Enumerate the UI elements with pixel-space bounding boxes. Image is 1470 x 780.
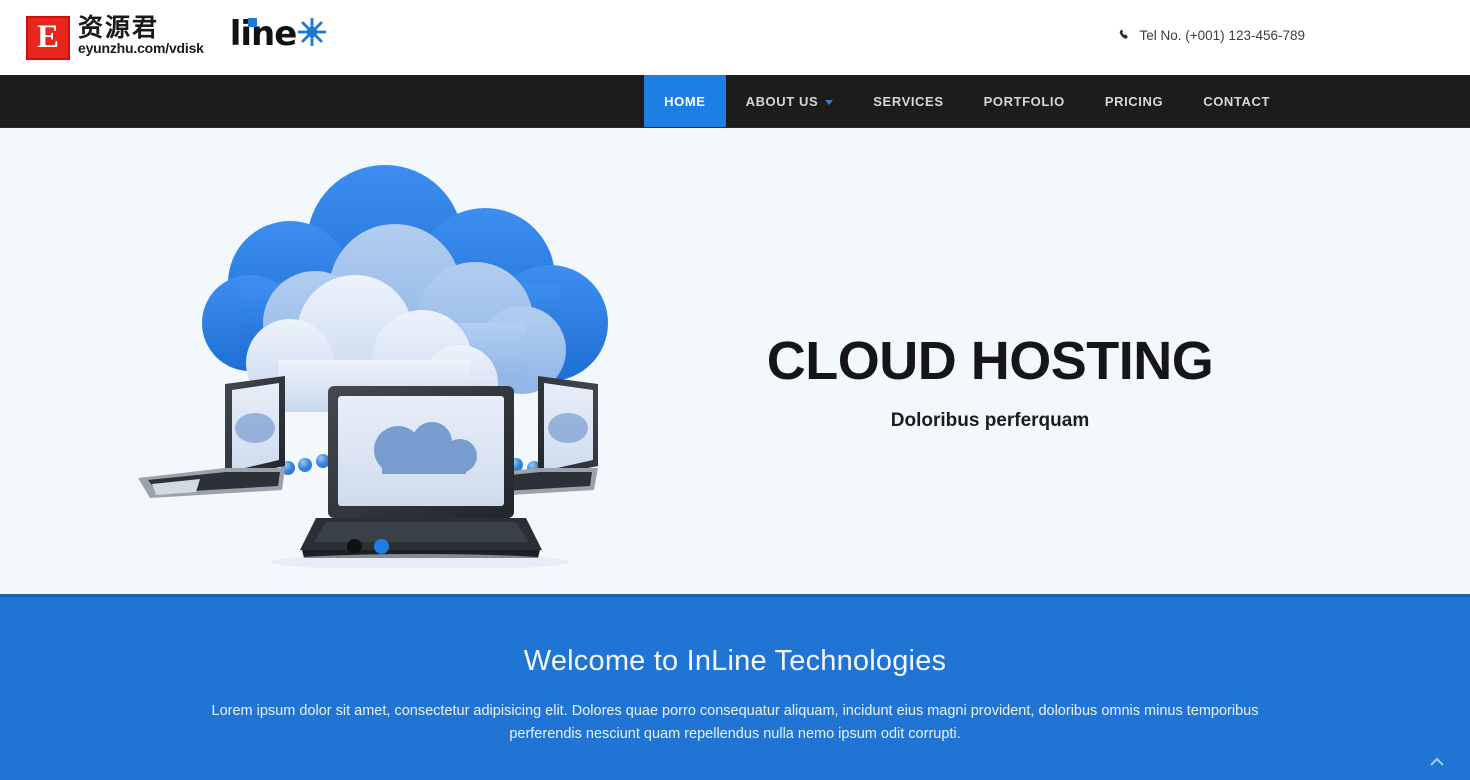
brand-name-text: line bbox=[229, 13, 298, 54]
nav-item-contact[interactable]: CONTACT bbox=[1183, 75, 1290, 127]
slide-dot-1[interactable] bbox=[346, 539, 362, 554]
chevron-up-icon bbox=[1430, 754, 1444, 772]
main-navigation: HOME ABOUT US SERVICES PORTFOLIO PRICING… bbox=[0, 75, 1470, 128]
starburst-icon bbox=[298, 18, 327, 51]
watermark-badge: E bbox=[26, 15, 70, 60]
brand-logo[interactable]: line bbox=[230, 17, 327, 51]
logo-group: E 资源君 eyunzhu.com/vdisk line bbox=[26, 12, 327, 60]
nav-item-about-us[interactable]: ABOUT US bbox=[726, 75, 854, 127]
nav-list: HOME ABOUT US SERVICES PORTFOLIO PRICING… bbox=[644, 75, 1290, 127]
watermark-url: eyunzhu.com/vdisk bbox=[78, 39, 204, 56]
brand-i-dot-icon bbox=[247, 17, 257, 27]
phone-number-text: Tel No. (+001) 123-456-789 bbox=[1139, 28, 1305, 43]
watermark-logo: E 资源君 eyunzhu.com/vdisk bbox=[26, 12, 204, 60]
slide-dot-2[interactable] bbox=[373, 539, 389, 554]
slider-dots bbox=[0, 539, 1470, 554]
nav-item-contact-label: CONTACT bbox=[1203, 93, 1270, 109]
hero-slider: CLOUD HOSTING Doloribus perferquam bbox=[0, 128, 1470, 594]
nav-item-services-label: SERVICES bbox=[873, 93, 944, 109]
nav-item-portfolio[interactable]: PORTFOLIO bbox=[964, 75, 1085, 127]
brand-name: line bbox=[229, 13, 298, 54]
header-phone: Tel No. (+001) 123-456-789 bbox=[1119, 28, 1305, 43]
nav-item-home-label: HOME bbox=[664, 93, 706, 109]
nav-item-pricing[interactable]: PRICING bbox=[1085, 75, 1183, 127]
welcome-title: Welcome to InLine Technologies bbox=[523, 645, 947, 677]
hero-text-block: CLOUD HOSTING Doloribus perferquam bbox=[690, 333, 1290, 432]
watermark-chinese-text: 资源君 bbox=[78, 12, 160, 42]
phone-icon bbox=[1119, 29, 1132, 42]
welcome-paragraph: Lorem ipsum dolor sit amet, consectetur … bbox=[211, 703, 1259, 743]
nav-item-services[interactable]: SERVICES bbox=[853, 75, 963, 127]
nav-item-about-us-label: ABOUT US bbox=[745, 93, 819, 109]
hero-subtitle: Doloribus perferquam bbox=[890, 409, 1090, 431]
cloud-computing-illustration-icon bbox=[130, 138, 710, 570]
hero-title: CLOUD HOSTING bbox=[766, 331, 1214, 391]
nav-item-home[interactable]: HOME bbox=[644, 75, 726, 127]
welcome-section: Welcome to InLine Technologies Lorem ips… bbox=[0, 594, 1470, 780]
scroll-to-top-button[interactable] bbox=[1426, 754, 1448, 772]
watermark-text: 资源君 eyunzhu.com/vdisk bbox=[78, 12, 204, 57]
chevron-down-icon bbox=[825, 99, 834, 105]
nav-item-portfolio-label: PORTFOLIO bbox=[983, 93, 1065, 109]
site-header: E 资源君 eyunzhu.com/vdisk line Tel No. (+0… bbox=[0, 0, 1470, 75]
nav-item-pricing-label: PRICING bbox=[1104, 93, 1164, 109]
